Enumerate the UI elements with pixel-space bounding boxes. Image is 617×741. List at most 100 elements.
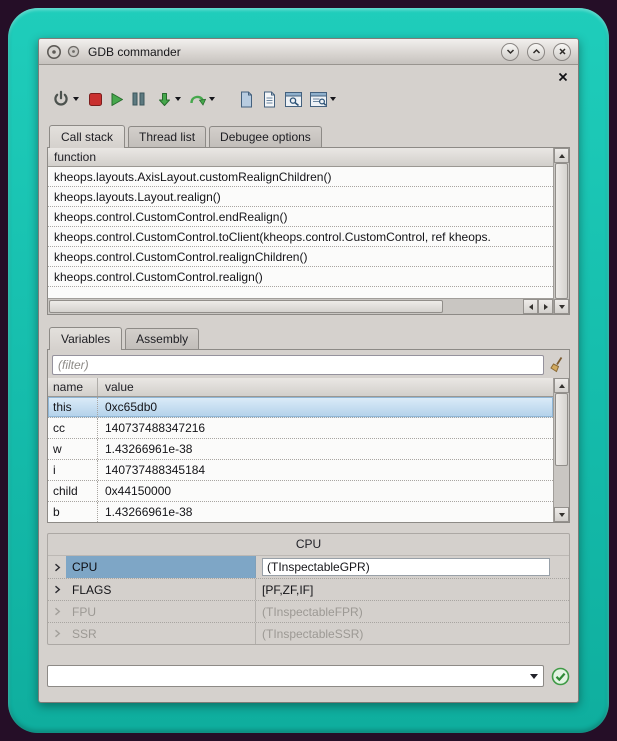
table-row[interactable]: b 1.43266961e-38 (48, 502, 553, 522)
document-icon (239, 91, 254, 108)
broom-icon[interactable] (549, 353, 566, 377)
window-titlebar[interactable]: GDB commander (39, 39, 578, 65)
cpu-register-group: FLAGS (66, 579, 256, 600)
document-button[interactable] (239, 87, 254, 111)
variable-name: cc (48, 418, 98, 438)
chevron-up-icon (532, 47, 541, 56)
maximize-button[interactable] (527, 43, 545, 61)
scrollbar-track[interactable] (554, 393, 569, 507)
tab-variables[interactable]: Variables (49, 327, 122, 350)
cpu-register-value: [PF,ZF,IF] (256, 579, 569, 600)
variable-name: i (48, 460, 98, 480)
close-icon (558, 47, 567, 56)
find-window-dropdown-icon[interactable] (330, 97, 336, 101)
find-window-icon (310, 92, 327, 107)
combo-dropdown-button[interactable] (524, 666, 543, 686)
callstack-horizontal-scrollbar[interactable] (48, 298, 553, 314)
table-row[interactable]: w 1.43266961e-38 (48, 439, 553, 460)
callstack-tabbar: Call stack Thread list Debugee options (47, 125, 570, 147)
callstack-list: function kheops.layouts.AxisLayout.custo… (48, 148, 553, 298)
cpu-value-field[interactable]: (TInspectableGPR) (262, 558, 550, 576)
close-button[interactable] (553, 43, 571, 61)
callstack-row[interactable]: kheops.control.CustomControl.toClient(kh… (48, 227, 553, 247)
cpu-groupbox-title: CPU (48, 534, 569, 555)
variables-pane: name value this 0xc65db0 cc 140737488347… (47, 349, 570, 523)
callstack-vertical-scrollbar[interactable] (553, 148, 569, 314)
tab-thread-list[interactable]: Thread list (128, 126, 206, 147)
callstack-row[interactable]: kheops.control.CustomControl.endRealign(… (48, 207, 553, 227)
arrow-down-icon (559, 513, 565, 517)
scrollbar-track[interactable] (444, 299, 523, 314)
scroll-down-button[interactable] (554, 299, 569, 314)
watch-window-icon (285, 92, 302, 107)
tab-assembly[interactable]: Assembly (125, 328, 199, 349)
check-icon (551, 667, 570, 686)
expand-chevron-icon[interactable] (48, 601, 66, 622)
debug-toolbar (47, 87, 570, 111)
arrow-up-icon (559, 154, 565, 158)
variables-table-header: name value (48, 378, 553, 397)
expand-chevron-icon[interactable] (48, 556, 66, 578)
tab-call-stack[interactable]: Call stack (49, 125, 125, 148)
cpu-tree-row[interactable]: SSR (TInspectableSSR) (48, 622, 569, 644)
run-button[interactable] (110, 87, 124, 111)
table-row[interactable]: this 0xc65db0 (48, 397, 553, 418)
expand-chevron-icon[interactable] (48, 623, 66, 644)
scrollbar-handle[interactable] (555, 393, 568, 466)
scrollbar-handle[interactable] (49, 300, 443, 313)
cpu-register-value: (TInspectableFPR) (256, 601, 569, 622)
cpu-tree-row[interactable]: FPU (TInspectableFPR) (48, 600, 569, 622)
expand-chevron-icon[interactable] (48, 579, 66, 600)
table-row[interactable]: child 0x44150000 (48, 481, 553, 502)
scroll-left-button[interactable] (523, 299, 538, 314)
window-body: Call stack Thread list Debugee options f… (39, 65, 578, 702)
gdb-commander-window: GDB commander (38, 38, 579, 703)
shade-button[interactable] (501, 43, 519, 61)
power-button[interactable] (52, 87, 70, 111)
scroll-right-button[interactable] (538, 299, 553, 314)
column-header-name[interactable]: name (48, 378, 98, 396)
tab-debugee-options[interactable]: Debugee options (209, 126, 322, 147)
variable-value: 140737488345184 (98, 460, 553, 480)
callstack-row[interactable]: kheops.control.CustomControl.realignChil… (48, 247, 553, 267)
column-header-value[interactable]: value (98, 378, 553, 396)
watch-window-button[interactable] (285, 87, 302, 111)
variables-vertical-scrollbar[interactable] (553, 378, 569, 522)
scroll-down-button[interactable] (554, 507, 569, 522)
stop-button[interactable] (89, 87, 102, 111)
variable-value: 1.43266961e-38 (98, 502, 553, 522)
callstack-row[interactable]: kheops.layouts.Layout.realign() (48, 187, 553, 207)
variable-value: 1.43266961e-38 (98, 439, 553, 459)
table-row[interactable]: cc 140737488347216 (48, 418, 553, 439)
command-input[interactable] (49, 667, 523, 685)
scrollbar-handle[interactable] (555, 163, 568, 299)
callstack-pane: function kheops.layouts.AxisLayout.custo… (47, 147, 570, 315)
variable-value: 140737488347216 (98, 418, 553, 438)
step-over-button[interactable] (189, 87, 206, 111)
pause-button[interactable] (132, 87, 145, 111)
variable-name: b (48, 502, 98, 522)
callstack-row[interactable]: kheops.control.CustomControl.realign() (48, 267, 553, 287)
scrollbar-track[interactable] (554, 163, 569, 299)
document-list-button[interactable] (262, 87, 277, 111)
column-header-function[interactable]: function (48, 148, 553, 167)
filter-input[interactable] (52, 355, 544, 375)
command-combobox[interactable] (47, 665, 544, 687)
step-into-dropdown-icon[interactable] (175, 97, 181, 101)
arrow-right-icon (544, 304, 548, 310)
scroll-up-button[interactable] (554, 378, 569, 393)
cpu-tree-row[interactable]: CPU (TInspectableGPR) (48, 556, 569, 578)
power-dropdown-icon[interactable] (73, 97, 79, 101)
close-dock-icon[interactable] (558, 72, 568, 82)
table-row[interactable]: i 140737488345184 (48, 460, 553, 481)
callstack-row[interactable]: kheops.layouts.AxisLayout.customRealignC… (48, 167, 553, 187)
app-icon (46, 44, 62, 60)
scroll-up-button[interactable] (554, 148, 569, 163)
step-over-dropdown-icon[interactable] (209, 97, 215, 101)
chevron-down-icon (506, 47, 515, 56)
find-window-button[interactable] (310, 87, 327, 111)
cpu-tree-row[interactable]: FLAGS [PF,ZF,IF] (48, 578, 569, 600)
chevron-down-icon (530, 674, 538, 679)
send-command-button[interactable] (551, 667, 570, 686)
step-into-button[interactable] (157, 87, 172, 111)
